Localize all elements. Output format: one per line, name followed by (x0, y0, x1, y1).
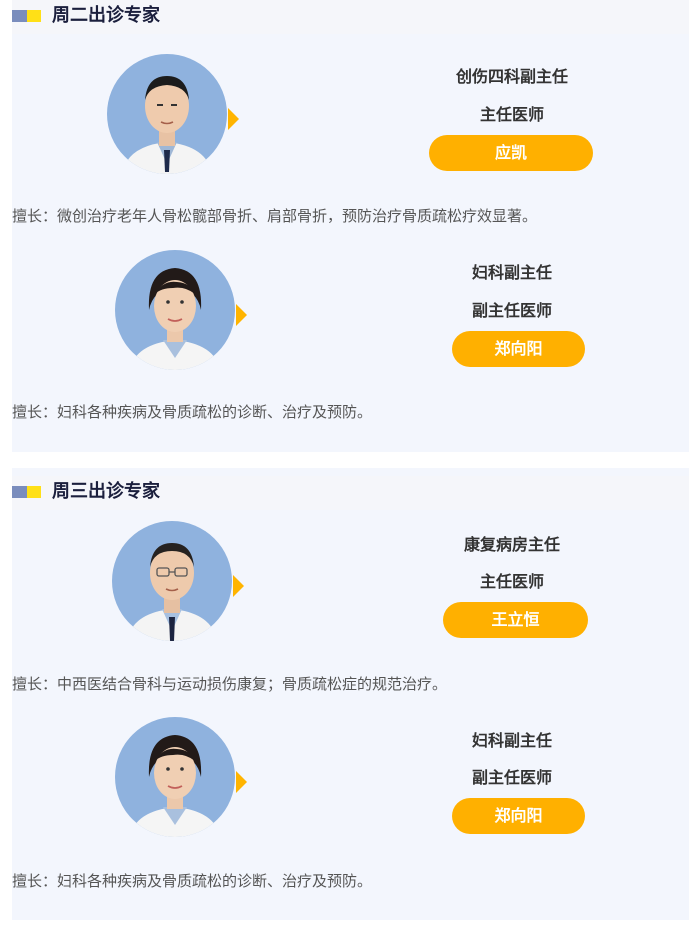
pointer-triangle-icon (236, 771, 247, 793)
pointer-triangle-icon (233, 575, 244, 597)
doctor-department: 康复病房主任 (463, 535, 560, 554)
section-tuesday: 周二出诊专家 创伤四科副主任 主任医师 应凯 擅长：微创治疗老年人骨松髋部骨折、… (12, 0, 689, 452)
doctor-specialty: 擅长：妇科各种疾病及骨质疏松的诊断、治疗及预防。 (12, 403, 373, 421)
doctor-card: 康复病房主任 主任医师 王立恒 擅长：中西医结合骨科与运动损伤康复；骨质疏松症的… (12, 468, 689, 693)
doctor-name-button[interactable]: 王立恒 (443, 602, 588, 638)
doctor-name-button[interactable]: 应凯 (429, 135, 593, 171)
section-wednesday: 周三出诊专家 康复病房主任 主任医师 王立恒 擅长：中西医结合骨科与运动损伤康复… (12, 468, 689, 920)
doctor-portrait[interactable] (112, 521, 232, 641)
doctor-title: 副主任医师 (471, 301, 552, 320)
doctor-department: 创伤四科副主任 (455, 67, 568, 86)
pointer-triangle-icon (236, 304, 247, 326)
pointer-triangle-icon (228, 108, 239, 130)
doctor-card: 妇科副主任 副主任医师 郑向阳 擅长：妇科各种疾病及骨质疏松的诊断、治疗及预防。 (12, 196, 689, 421)
doctor-title: 主任医师 (479, 572, 544, 591)
doctor-title: 副主任医师 (471, 768, 552, 787)
doctor-portrait[interactable] (115, 717, 235, 837)
doctor-department: 妇科副主任 (471, 263, 552, 282)
doctor-portrait[interactable] (115, 250, 235, 370)
doctor-title: 主任医师 (479, 105, 544, 124)
doctor-portrait[interactable] (107, 54, 227, 174)
doctor-name-button[interactable]: 郑向阳 (452, 798, 585, 834)
doctor-card: 妇科副主任 副主任医师 郑向阳 擅长：妇科各种疾病及骨质疏松的诊断、治疗及预防。 (12, 663, 689, 890)
doctor-specialty: 擅长：妇科各种疾病及骨质疏松的诊断、治疗及预防。 (12, 872, 373, 890)
page: 周二出诊专家 创伤四科副主任 主任医师 应凯 擅长：微创治疗老年人骨松髋部骨折、… (0, 0, 699, 926)
doctor-name-button[interactable]: 郑向阳 (452, 331, 585, 367)
doctor-card: 创伤四科副主任 主任医师 应凯 擅长：微创治疗老年人骨松髋部骨折、肩部骨折，预防… (12, 0, 689, 225)
doctor-department: 妇科副主任 (471, 731, 552, 750)
